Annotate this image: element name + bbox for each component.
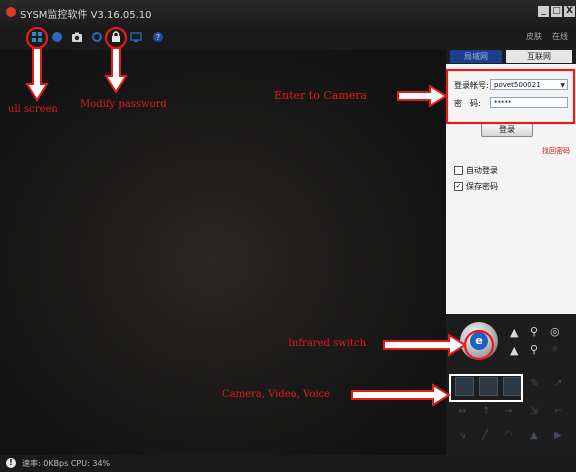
modify-password-annotation: Modify password [80,99,167,110]
infrared-annotation: Infrared switch [288,338,367,349]
enter-camera-arrow [397,84,448,108]
infrared-arrow [383,333,467,357]
annotation-overlay [25,26,576,407]
full-screen-arrow [25,47,49,102]
enter-camera-annotation: Enter to Camera [274,89,368,102]
infrared-highlight-circle [463,329,495,361]
full-screen-annotation: ull screen [8,104,58,115]
media-annotation: Camera, Video, Voice [222,389,331,400]
full-screen-highlight-circle [25,26,49,50]
media-highlight-box [449,374,523,402]
password-arrow [104,47,128,94]
password-highlight-circle [104,26,128,50]
media-arrow [351,383,451,407]
login-highlight-box [445,68,576,125]
app-window: SYSM监控软件 V3.16.05.10 _ □ X ? 皮肤 在线 局域网 互… [0,0,576,472]
